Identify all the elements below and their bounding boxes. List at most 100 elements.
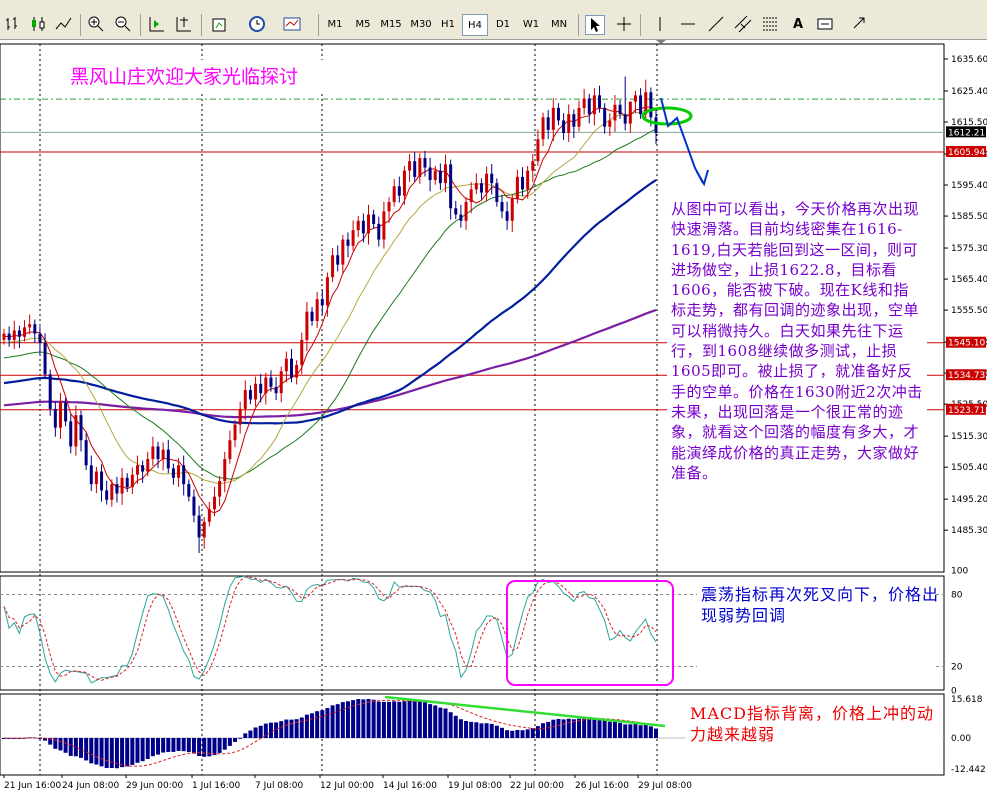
- macd-histogram-bar: [310, 713, 315, 738]
- timeframe-m1-button[interactable]: M1: [322, 14, 348, 36]
- candle-body: [7, 333, 11, 340]
- time-tick-label: 21 Jun 16:00: [4, 781, 61, 791]
- candle-body: [146, 459, 150, 472]
- text-tool-button[interactable]: A: [790, 14, 806, 36]
- candlestick-icon[interactable]: [28, 14, 48, 34]
- candle-body: [325, 277, 329, 306]
- price-tick-label: 1585.50: [951, 212, 987, 222]
- time-tick-label: 12 Jul 00:00: [320, 781, 374, 791]
- channel-icon[interactable]: [733, 14, 753, 34]
- timeframe-h1-button[interactable]: H1: [436, 14, 460, 36]
- price-tick-label: 1595.40: [951, 181, 987, 191]
- timeframe-d1-button[interactable]: D1: [491, 14, 515, 36]
- candle-body: [418, 158, 422, 177]
- time-tick-label: 29 Jun 00:00: [126, 781, 183, 791]
- zoom-out-icon[interactable]: [113, 14, 133, 34]
- chart-bar-icon[interactable]: [4, 14, 24, 34]
- candle-body: [351, 230, 355, 246]
- indicators-icon[interactable]: [210, 14, 230, 34]
- text-label-icon[interactable]: [815, 14, 835, 34]
- macd-histogram-bar: [474, 722, 479, 738]
- macd-histogram-bar: [448, 712, 453, 738]
- timeframe-m15-button[interactable]: M15: [376, 14, 406, 36]
- periods-clock-icon[interactable]: [247, 14, 267, 34]
- candle-body: [572, 114, 576, 127]
- macd-histogram-bar: [243, 733, 248, 738]
- candle-body: [510, 198, 514, 221]
- candle-body: [336, 255, 340, 265]
- macd-histogram-bar: [197, 738, 202, 757]
- macd-histogram-bar: [330, 705, 335, 738]
- candle-body: [284, 358, 288, 372]
- price-tick-label: 1635.60: [951, 55, 987, 65]
- timeframe-m30-button[interactable]: M30: [406, 14, 436, 36]
- macd-histogram-bar: [556, 718, 561, 738]
- candle-body: [64, 402, 68, 422]
- macd-histogram-bar: [361, 699, 366, 738]
- auto-scroll-icon[interactable]: [147, 14, 167, 34]
- candle-body: [490, 173, 494, 184]
- macd-histogram-bar: [489, 723, 494, 738]
- candle-body: [264, 377, 268, 394]
- macd-histogram-bar: [643, 724, 648, 738]
- candle-body: [608, 120, 612, 127]
- candle-body: [177, 465, 181, 478]
- macd-histogram-bar: [284, 719, 289, 738]
- trendline-icon[interactable]: [706, 14, 726, 34]
- macd-histogram-bar: [217, 738, 222, 753]
- macd-histogram-bar: [633, 724, 638, 738]
- macd-histogram-bar: [551, 719, 556, 738]
- horizontal-line-icon[interactable]: [678, 14, 698, 34]
- macd-histogram-bar: [120, 738, 125, 768]
- chart-shift-icon[interactable]: [174, 14, 194, 34]
- cursor-icon[interactable]: [585, 15, 605, 35]
- macd-annotation: MACD指标背离，价格上冲的动力越来越弱: [690, 704, 935, 744]
- zoom-in-icon[interactable]: [86, 14, 106, 34]
- macd-histogram-bar: [109, 738, 114, 769]
- timeframe-h4-button[interactable]: H4: [462, 14, 488, 36]
- timeframe-mn-button[interactable]: MN: [545, 14, 573, 36]
- candle-body: [43, 343, 47, 375]
- macd-histogram-bar: [248, 730, 253, 738]
- candle-body: [151, 446, 155, 460]
- candle-body: [156, 446, 160, 460]
- candle-body: [526, 170, 530, 190]
- price-tick-label: 1625.40: [951, 87, 987, 97]
- candle-body: [567, 114, 571, 133]
- macd-histogram-bar: [515, 730, 520, 738]
- current-price-label: 1612.21: [948, 128, 985, 138]
- macd-histogram-bar: [63, 738, 68, 753]
- candle-body: [618, 104, 622, 115]
- candle-body: [141, 465, 145, 472]
- fibonacci-icon[interactable]: [760, 14, 780, 34]
- macd-histogram-bar: [84, 738, 89, 761]
- macd-histogram-bar: [417, 701, 422, 738]
- candle-body: [346, 239, 350, 246]
- macd-histogram-bar: [597, 718, 602, 738]
- candle-body: [613, 104, 617, 121]
- candle-body: [592, 95, 596, 115]
- templates-icon[interactable]: [282, 14, 302, 34]
- macd-histogram-bar: [89, 738, 94, 764]
- candle-body: [310, 311, 314, 322]
- crosshair-icon[interactable]: [614, 14, 634, 34]
- macd-histogram-bar: [387, 701, 392, 738]
- vertical-line-icon[interactable]: [650, 14, 670, 34]
- macd-histogram-bar: [654, 728, 658, 738]
- macd-histogram-bar: [541, 723, 546, 738]
- macd-histogram-bar: [618, 722, 623, 738]
- arrow-sign-icon[interactable]: [850, 14, 870, 34]
- candle-body: [541, 117, 545, 140]
- candle-body: [628, 101, 632, 124]
- candle-body: [33, 324, 37, 334]
- candle-body: [130, 474, 134, 488]
- macd-histogram-bar: [315, 711, 320, 738]
- timeframe-w1-button[interactable]: W1: [518, 14, 544, 36]
- timeframe-m5-button[interactable]: M5: [350, 14, 376, 36]
- macd-histogram-bar: [648, 726, 653, 738]
- time-tick-label: 7 Jul 08:00: [255, 781, 304, 791]
- macd-histogram-bar: [345, 701, 350, 738]
- macd-histogram-bar: [443, 708, 448, 738]
- candle-body: [223, 459, 227, 481]
- line-chart-icon[interactable]: [54, 14, 74, 34]
